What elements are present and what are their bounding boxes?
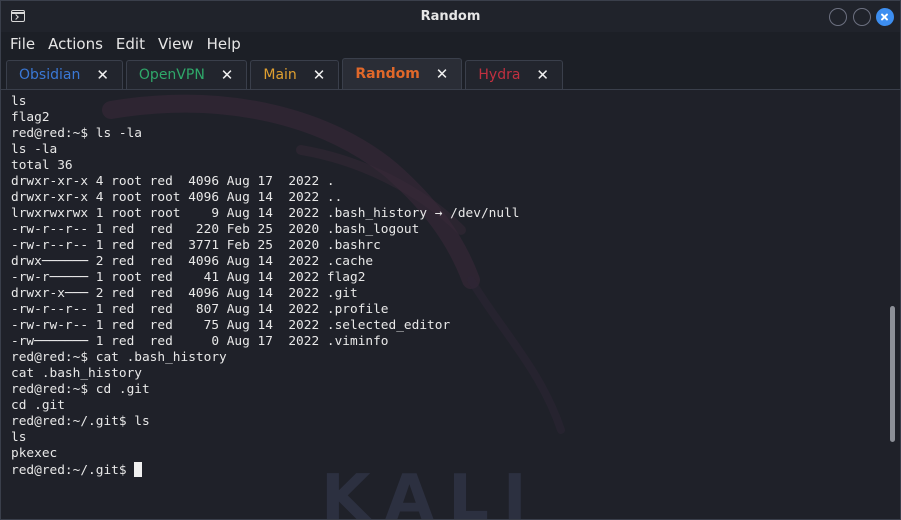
tab-close-icon[interactable]: ✕ [96,66,109,84]
terminal-line: drwx────── 2 red red 4096 Aug 14 2022 .c… [11,254,374,269]
tab-hydra[interactable]: Hydra ✕ [465,60,563,89]
tab-close-icon[interactable]: ✕ [221,66,234,84]
tab-label: Main [263,67,297,83]
tab-label: OpenVPN [138,67,205,83]
tab-random[interactable]: Random ✕ [342,58,463,89]
terminal-line: drwxr-xr-x 4 root root 4096 Aug 14 2022 … [11,190,343,205]
tab-label: Random [355,66,420,82]
terminal-line: total 36 [11,158,73,173]
tab-close-icon[interactable]: ✕ [536,66,549,84]
tab-main[interactable]: Main ✕ [250,60,340,89]
close-button[interactable] [876,8,894,26]
menu-edit[interactable]: Edit [116,35,145,53]
terminal-output[interactable]: KALI ls flag2 red@red:~$ ls -la ls -la t… [1,90,900,519]
tab-openvpn[interactable]: OpenVPN ✕ [125,60,248,89]
terminal-lines: ls flag2 red@red:~$ ls -la ls -la total … [11,94,520,461]
tab-close-icon[interactable]: ✕ [313,66,326,84]
terminal-line: cd .git [11,398,65,413]
tab-bar: Obsidian ✕ OpenVPN ✕ Main ✕ Random ✕ Hyd… [1,57,900,90]
terminal-line: -rw─────── 1 red red 0 Aug 17 2022 .vimi… [11,334,389,349]
menu-help[interactable]: Help [207,35,241,53]
terminal-line: -rw-r--r-- 1 red red 3771 Feb 25 2020 .b… [11,238,381,253]
tab-label: Obsidian [19,67,81,83]
maximize-button[interactable] [853,8,871,26]
terminal-line: lrwxrwxrwx 1 root root 9 Aug 14 2022 .ba… [11,206,520,221]
menu-file[interactable]: File [10,35,35,53]
window-title: Random [420,9,481,24]
terminal-line: -rw-r--r-- 1 red red 220 Feb 25 2020 .ba… [11,222,420,237]
terminal-line: red@red:~$ cat .bash_history [11,350,227,365]
menu-bar: File Actions Edit View Help [1,32,900,55]
terminal-line: drwxr-xr-x 4 root red 4096 Aug 17 2022 . [11,174,335,189]
terminal-line: ls [11,430,27,445]
terminal-line: -rw-rw-r-- 1 red red 75 Aug 14 2022 .sel… [11,318,451,333]
tab-close-icon[interactable]: ✕ [436,65,449,83]
terminal-text: ls flag2 red@red:~$ ls -la ls -la total … [11,94,520,479]
terminal-line: red@red:~$ ls -la [11,126,142,141]
minimize-button[interactable] [829,8,847,26]
terminal-line: pkexec [11,446,58,461]
terminal-window: Random File Actions Edit View Help Obsid… [0,0,901,520]
terminal-line: ls -la [11,142,58,157]
scrollbar[interactable] [890,306,895,442]
terminal-line: flag2 [11,110,50,125]
terminal-line: -rw-r--r-- 1 red red 807 Aug 14 2022 .pr… [11,302,389,317]
text-cursor [134,462,143,477]
terminal-line: -rw-r───── 1 root red 41 Aug 14 2022 fla… [11,270,366,285]
tab-obsidian[interactable]: Obsidian ✕ [6,60,123,89]
terminal-line: cat .bash_history [11,366,142,381]
title-bar: Random [1,1,900,32]
terminal-line: drwxr-x─── 2 red red 4096 Aug 14 2022 .g… [11,286,358,301]
shell-prompt: red@red:~/.git$ [11,463,135,478]
terminal-line: red@red:~/.git$ ls [11,414,150,429]
menu-view[interactable]: View [158,35,194,53]
menu-actions[interactable]: Actions [48,35,103,53]
terminal-line: red@red:~$ cd .git [11,382,150,397]
tab-label: Hydra [478,67,521,83]
terminal-line: ls [11,94,27,109]
